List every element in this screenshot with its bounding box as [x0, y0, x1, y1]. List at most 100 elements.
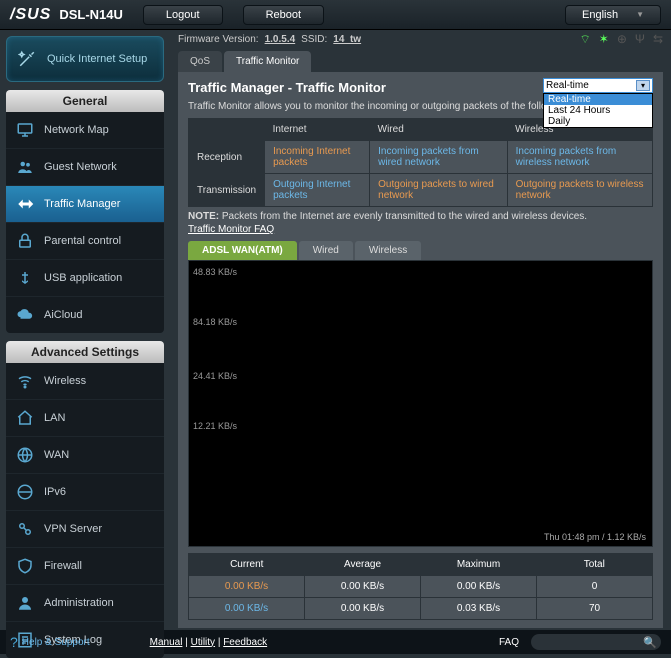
chevron-down-icon: ▼	[636, 10, 644, 19]
dropdown-option[interactable]: Daily	[544, 116, 652, 127]
sidebar-item-label: Network Map	[44, 124, 109, 136]
table-header: Wired	[370, 119, 508, 141]
sidebar-item-wan[interactable]: WAN	[6, 437, 164, 474]
sidebar-item-label: LAN	[44, 412, 65, 424]
wan-icon	[14, 444, 36, 466]
sidebar-item-netmap[interactable]: Network Map	[6, 112, 164, 149]
subtab-wired[interactable]: Wired	[299, 241, 353, 260]
stats-cell: 0.03 KB/s	[421, 598, 537, 620]
menu-general: Network Map Guest Network Traffic ManagerP…	[6, 112, 164, 333]
stats-row: 0.00 KB/s0.00 KB/s0.03 KB/s70	[189, 598, 653, 620]
table-row: TransmissionOutgoing Internet packetsOut…	[189, 174, 653, 207]
table-header	[189, 119, 265, 141]
traffic-faq-link[interactable]: Traffic Monitor FAQ	[188, 224, 653, 235]
sidebar-item-parental[interactable]: Parental control	[6, 223, 164, 260]
stats-row: 0.00 KB/s0.00 KB/s0.00 KB/s0	[189, 576, 653, 598]
qis-label: Quick Internet Setup	[47, 53, 147, 65]
brand-logo: /SUS	[10, 6, 51, 24]
subtab-wireless[interactable]: Wireless	[355, 241, 421, 260]
stats-table: CurrentAverageMaximumTotal0.00 KB/s0.00 …	[188, 553, 653, 620]
admin-icon	[14, 592, 36, 614]
logout-button[interactable]: Logout	[143, 5, 223, 25]
top-bar: /SUS DSL-N14U Logout Reboot English ▼	[0, 0, 671, 30]
help-icon[interactable]: ?	[10, 634, 18, 650]
chevron-down-icon: ▾	[636, 80, 650, 91]
lan-icon	[14, 407, 36, 429]
search-input[interactable]: 🔍	[531, 634, 661, 650]
packet-link[interactable]: Outgoing packets to wired network	[378, 179, 494, 201]
fw-version-link[interactable]: 1.0.5.4	[265, 34, 296, 45]
stats-header: Maximum	[421, 554, 537, 576]
ssid-link[interactable]: 14_tw	[333, 34, 361, 45]
ytick: 12.21 KB/s	[193, 421, 237, 431]
quick-internet-setup-button[interactable]: Quick Internet Setup	[6, 36, 164, 82]
ssid-label: SSID:	[301, 34, 327, 45]
sidebar-item-ipv6[interactable]: IPv6	[6, 474, 164, 511]
sidebar-item-firewall[interactable]: Firewall	[6, 548, 164, 585]
sidebar-item-wireless[interactable]: Wireless	[6, 363, 164, 400]
table-cell: Outgoing Internet packets	[265, 174, 370, 207]
sidebar-item-label: WAN	[44, 449, 69, 461]
packet-link[interactable]: Incoming packets from wired network	[378, 146, 479, 168]
dropdown-option[interactable]: Last 24 Hours	[544, 105, 652, 116]
packet-link[interactable]: Incoming Internet packets	[273, 146, 350, 168]
table-row: Reception Incoming Internet packets Incomi…	[189, 141, 653, 174]
tab-qos[interactable]: QoS	[178, 51, 222, 72]
netmap-icon	[14, 119, 36, 141]
guest-icon	[14, 156, 36, 178]
sidebar-item-vpn[interactable]: VPN Server	[6, 511, 164, 548]
subtab-adsl-wan-atm-[interactable]: ADSL WAN(ATM)	[188, 241, 297, 260]
panel: Real-time ▾ Real-timeLast 24 HoursDaily …	[178, 72, 663, 628]
stats-cell: 70	[537, 598, 653, 620]
utility-link[interactable]: Utility	[191, 637, 215, 648]
graph-timestamp: Thu 01:48 pm / 1.12 KB/s	[544, 532, 646, 542]
sidebar-item-label: Guest Network	[44, 161, 117, 173]
note-label: NOTE:	[188, 211, 219, 222]
sidebar-item-usb[interactable]: USB application	[6, 260, 164, 297]
user-status-icon: ✶	[599, 32, 609, 47]
tab-traffic-monitor[interactable]: Traffic Monitor	[224, 51, 311, 72]
ytick: 48.83 KB/s	[193, 267, 237, 277]
connection-table: InternetWiredWirelessReceptionIncoming I…	[188, 118, 653, 207]
stats-header: Average	[305, 554, 421, 576]
language-selector[interactable]: English ▼	[565, 5, 661, 25]
usb-icon	[14, 267, 36, 289]
packet-link[interactable]: Incoming packets from wireless network	[516, 146, 617, 168]
sidebar-item-guest[interactable]: Guest Network	[6, 149, 164, 186]
menu-advanced: Wireless LAN WAN IPv6 VPN Server Firewall Admi…	[6, 363, 164, 658]
fw-label: Firmware Version:	[178, 34, 259, 45]
faq-link[interactable]: FAQ	[499, 637, 519, 648]
sidebar-item-label: Administration	[44, 597, 114, 609]
sidebar-item-admin[interactable]: Administration	[6, 585, 164, 622]
reboot-button[interactable]: Reboot	[243, 5, 324, 25]
manual-link[interactable]: Manual	[150, 637, 183, 648]
sidebar-item-label: Wireless	[44, 375, 86, 387]
wifi-status-icon: ⌔	[580, 32, 591, 47]
main-tabs: QoS Traffic Monitor	[178, 51, 663, 72]
sidebar: Quick Internet Setup General Network Map…	[0, 30, 170, 630]
table-cell: Outgoing packets to wireless network	[507, 174, 652, 207]
throughput-graph: 48.83 KB/s 84.18 KB/s 24.41 KB/s 12.21 K…	[188, 260, 653, 547]
traffic-icon	[14, 193, 36, 215]
stats-cell: 0.00 KB/s	[189, 598, 305, 620]
footer-links: Manual | Utility | Feedback	[150, 637, 268, 648]
dropdown-option[interactable]: Real-time	[544, 94, 652, 105]
link-status-icon: ⇆	[653, 32, 663, 47]
wand-icon	[15, 47, 39, 71]
packet-link[interactable]: Outgoing Internet packets	[273, 179, 350, 201]
sidebar-item-label: VPN Server	[44, 523, 102, 535]
sidebar-item-label: IPv6	[44, 486, 66, 498]
feedback-link[interactable]: Feedback	[223, 637, 267, 648]
sidebar-item-traffic[interactable]: Traffic Manager	[6, 186, 164, 223]
usb-status-icon: Ψ	[635, 32, 645, 47]
time-range-dropdown[interactable]: Real-time ▾ Real-timeLast 24 HoursDaily	[543, 78, 653, 128]
globe-status-icon: ⊕	[617, 32, 627, 47]
firewall-icon	[14, 555, 36, 577]
row-label: Reception	[189, 141, 265, 174]
language-label: English	[582, 9, 618, 21]
wireless-icon	[14, 370, 36, 392]
sidebar-item-lan[interactable]: LAN	[6, 400, 164, 437]
help-support-link[interactable]: Help & Support	[22, 637, 90, 648]
packet-link[interactable]: Outgoing packets to wireless network	[516, 179, 644, 201]
sidebar-item-aicloud[interactable]: AiCloud	[6, 297, 164, 333]
